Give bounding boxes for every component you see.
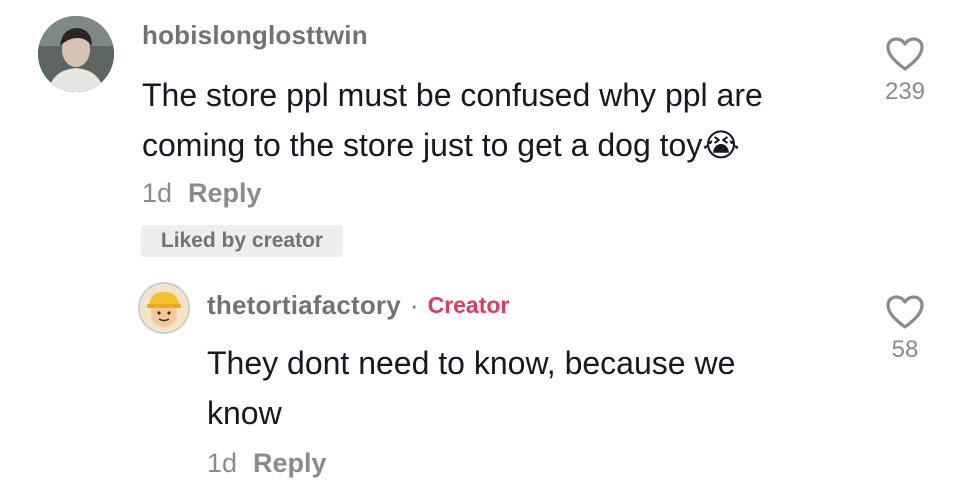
creator-avatar[interactable] — [138, 282, 190, 334]
heart-outline-icon[interactable] — [885, 36, 925, 72]
comment-text: The store ppl must be confused why ppl a… — [142, 70, 763, 170]
reply-username[interactable]: thetortiafactory — [207, 290, 401, 321]
comment-like: 239 — [870, 36, 940, 106]
reply-header: thetortiafactory · Creator — [207, 290, 509, 321]
reply-text: They dont need to know, because we know — [207, 338, 735, 438]
reply-like-count: 58 — [891, 336, 919, 363]
separator-dot: · — [409, 290, 419, 320]
reply-meta: 1d Reply — [207, 448, 327, 479]
hardhat-avatar — [140, 284, 188, 332]
comment-like-count: 239 — [884, 78, 926, 105]
reply-like: 58 — [870, 294, 940, 364]
heart-outline-icon[interactable] — [885, 294, 925, 330]
comment-age: 1d — [142, 178, 173, 208]
crying-emoji: 😭 — [702, 127, 740, 163]
reply-text-line-1: They dont need to know, because we — [207, 345, 736, 381]
reply-age: 1d — [207, 448, 238, 478]
reply-text-line-2: know — [207, 395, 282, 431]
reply-button[interactable]: Reply — [188, 178, 262, 208]
creator-badge: Creator — [427, 292, 510, 318]
liked-by-creator-badge: Liked by creator — [141, 225, 343, 257]
comment-text-line-1: The store ppl must be confused why ppl a… — [142, 77, 763, 113]
comment-meta: 1d Reply — [142, 178, 262, 209]
comment-text-line-2: coming to the store just to get a dog to… — [142, 127, 740, 163]
commenter-username[interactable]: hobislonglosttwin — [142, 20, 368, 51]
commenter-avatar[interactable] — [38, 16, 114, 92]
reply-reply-button[interactable]: Reply — [253, 448, 327, 478]
